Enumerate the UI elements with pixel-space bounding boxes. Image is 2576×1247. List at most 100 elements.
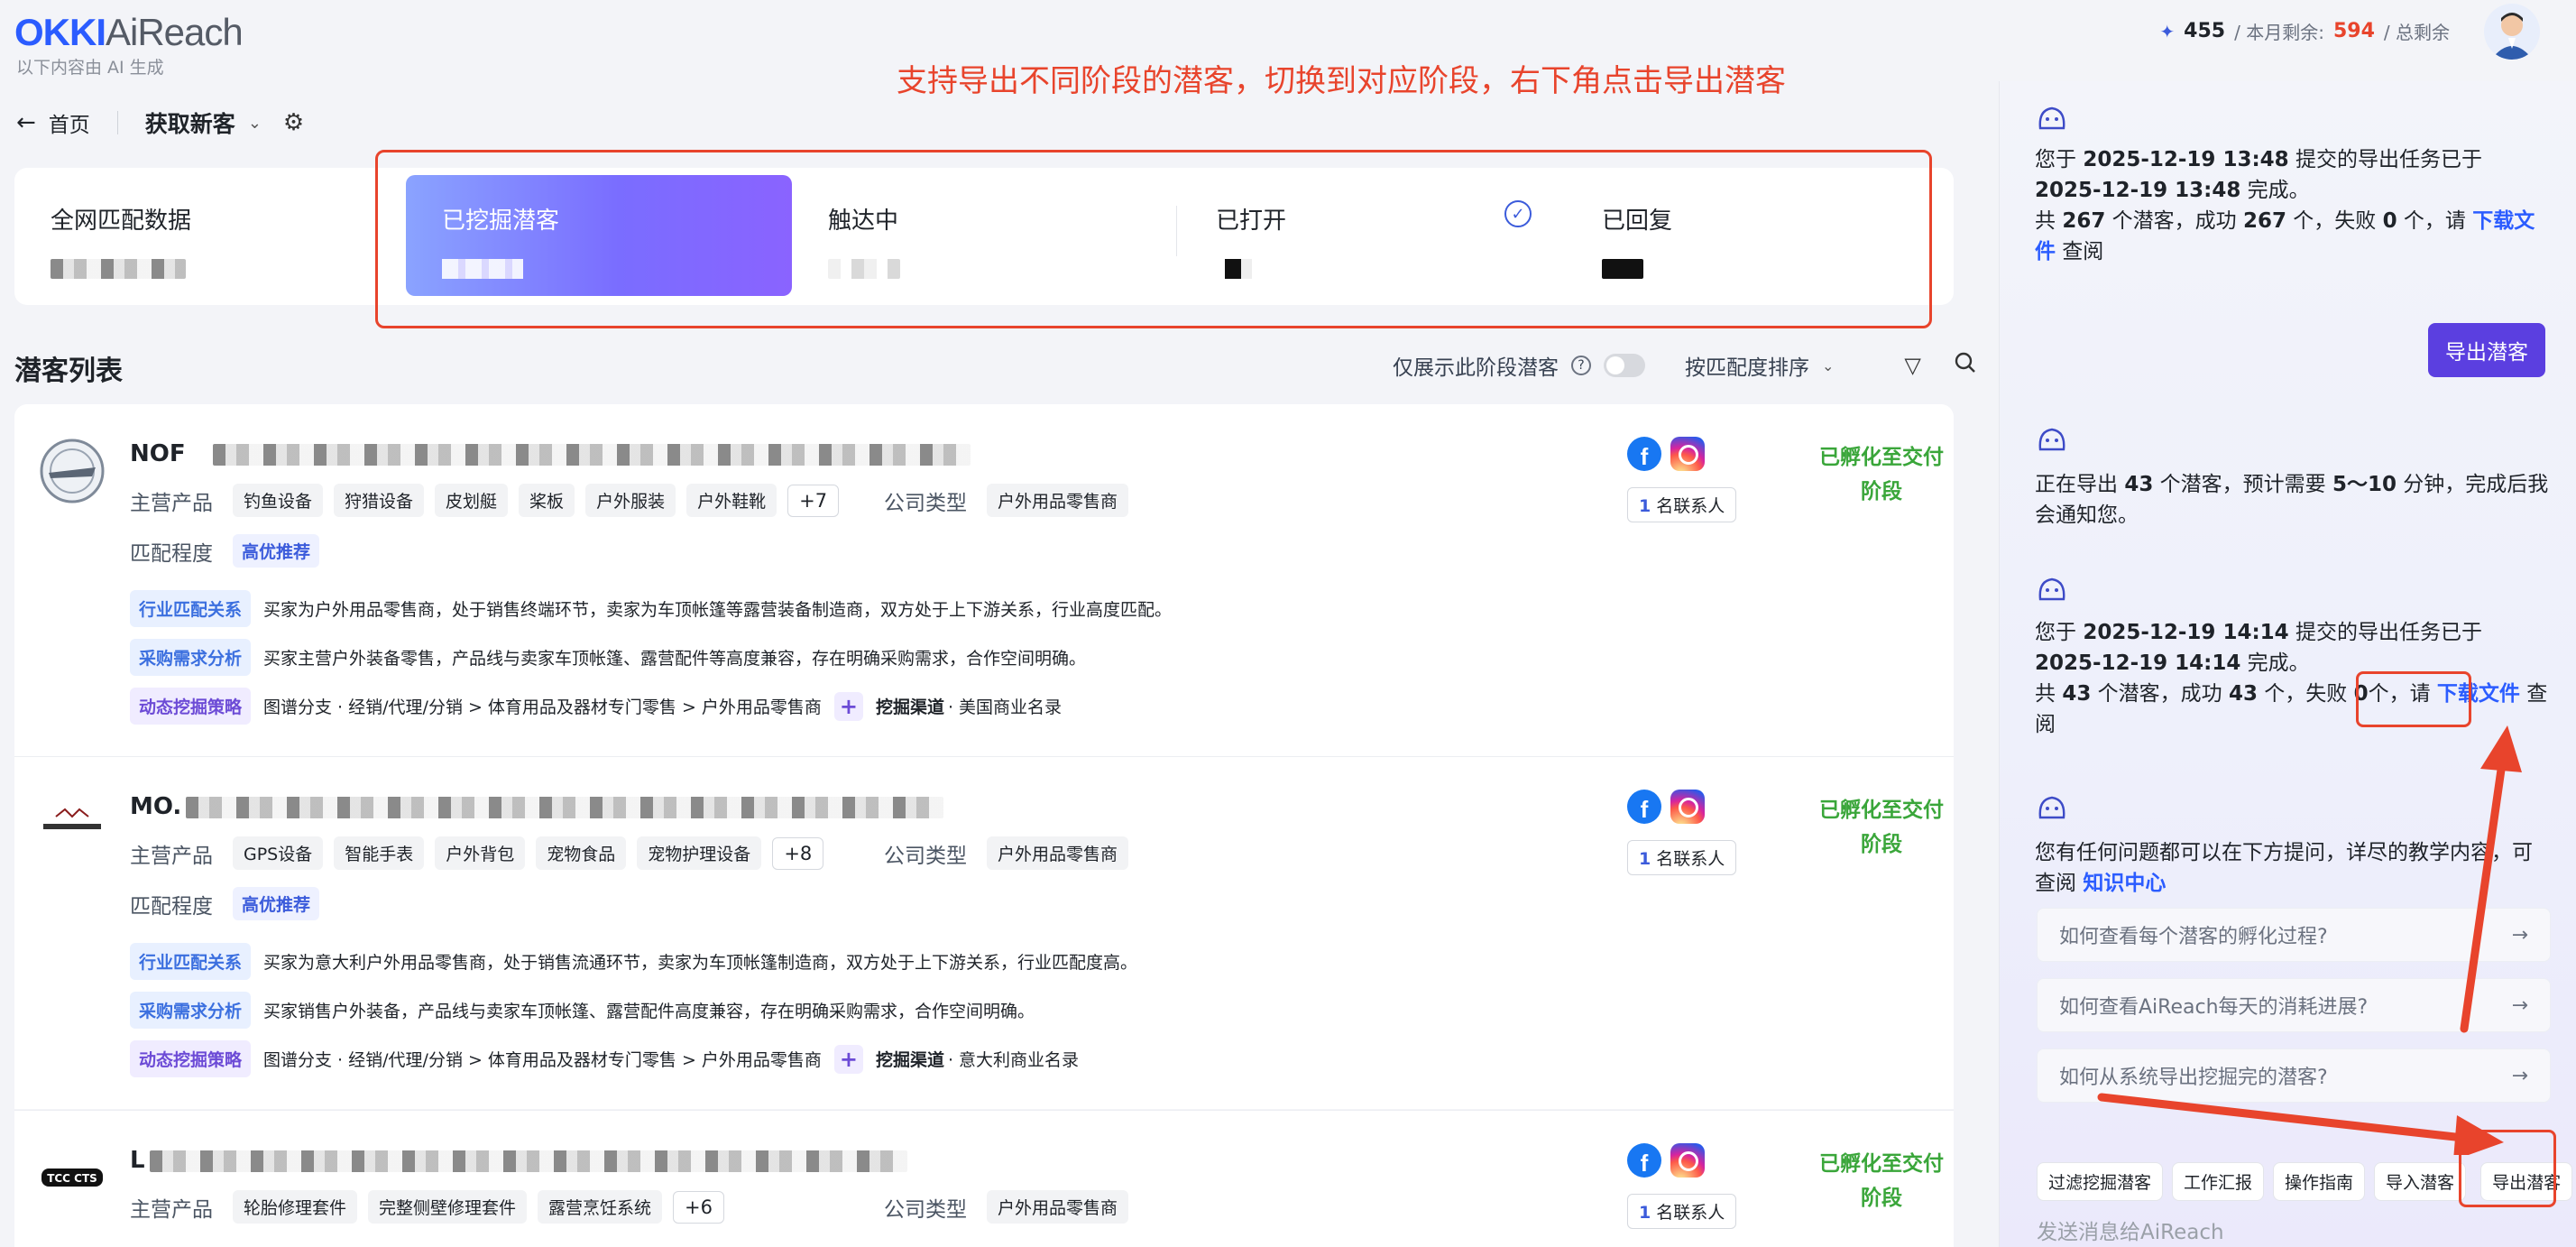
faq-item[interactable]: 如何从系统导出挖掘完的潜客? → xyxy=(2037,1048,2551,1103)
knowledge-center-link[interactable]: 知识中心 xyxy=(2083,872,2166,895)
logo-okki: OKKI xyxy=(14,11,106,53)
match-label: 匹配程度 xyxy=(130,894,213,919)
msg-time: 2025-12-19 14:14 xyxy=(2083,621,2289,644)
stage-label: 全网匹配数据 xyxy=(51,208,192,235)
facebook-icon[interactable]: f xyxy=(1627,790,1661,824)
sort-dropdown[interactable]: 按匹配度排序 xyxy=(1685,350,1809,381)
ai-generated-note: 以下内容由 AI 生成 xyxy=(16,58,164,78)
msg-time: 2025-12-19 13:48 xyxy=(2083,148,2289,171)
instagram-icon[interactable] xyxy=(1670,437,1705,471)
filter-icon[interactable]: ▽ xyxy=(1904,353,1920,378)
instagram-icon[interactable] xyxy=(1670,1143,1705,1178)
facebook-icon[interactable]: f xyxy=(1627,437,1661,471)
channel-text: · 美国商业名录 xyxy=(947,697,1063,717)
mining-strategy: 动态挖掘策略 图谱分支 · 经销/代理/分销 > 体育用品及器材专门零售 > 户… xyxy=(130,688,1062,725)
instagram-icon[interactable] xyxy=(1670,790,1705,824)
contacts-count: 1 xyxy=(1639,496,1651,516)
product-tag: GPS设备 xyxy=(233,836,324,870)
strategy-key: 动态挖掘策略 xyxy=(130,688,252,725)
export-message-2: 您于 2025-12-19 14:14 提交的导出任务已于 2025-12-19… xyxy=(2035,617,2551,740)
purchase-key: 采购需求分析 xyxy=(130,992,252,1029)
company-name: NOF xyxy=(130,440,186,467)
product-tag: 智能手表 xyxy=(334,836,425,870)
back-arrow-icon[interactable]: ← xyxy=(16,109,36,136)
company-logo: TCC CTS xyxy=(38,1143,106,1212)
chevron-down-icon[interactable]: ⌄ xyxy=(1822,357,1834,374)
credits-display: ✦ 455 / 本月剩余: 594 / 总剩余 xyxy=(2159,18,2450,44)
main-products: 主营产品 GPS设备 智能手表 户外背包 宠物食品 宠物护理设备 +8 xyxy=(130,836,824,870)
quick-filter-prospects[interactable]: 过滤挖掘潜客 xyxy=(2037,1162,2164,1201)
chat-input[interactable]: 发送消息给AiReach xyxy=(2037,1215,2551,1247)
industry-text: 买家为意大利户外用品零售商，处于销售流通环节，卖家为车顶帐篷制造商，双方处于上下… xyxy=(263,953,1138,973)
robot-icon xyxy=(2038,577,2065,601)
msg-text: 个，失败 xyxy=(2257,682,2354,706)
export-progress-message: 正在导出 43 个潜客，预计需要 5～10 分钟，完成后我会通知您。 xyxy=(2035,469,2551,531)
channel-key: 挖掘渠道 xyxy=(875,1050,944,1070)
plus-icon[interactable]: + xyxy=(833,691,863,721)
product-tag: 完整侧壁修理套件 xyxy=(368,1190,528,1224)
credits-remaining: 594 xyxy=(2332,20,2375,42)
stage-all-match[interactable]: 全网匹配数据 xyxy=(14,175,393,296)
product-tag: 户外鞋靴 xyxy=(686,484,777,517)
purchase-text: 买家销售户外装备，产品线与卖家车顶帐篷、露营配件高度兼容，存在明确采购需求，合作… xyxy=(263,1002,1035,1021)
products-label: 主营产品 xyxy=(130,844,213,868)
home-link[interactable]: 首页 xyxy=(49,107,90,138)
products-label: 主营产品 xyxy=(130,1197,213,1222)
contacts-button[interactable]: 1 名联系人 xyxy=(1627,487,1737,522)
product-tag: 户外背包 xyxy=(435,836,526,870)
company-name: L xyxy=(130,1147,145,1174)
prospect-card[interactable]: MO. 主营产品 GPS设备 智能手表 户外背包 宠物食品 宠物护理设备 +8 … xyxy=(14,757,1954,1109)
user-avatar[interactable] xyxy=(2484,4,2540,60)
status-badge: 已孵化至交付阶段 xyxy=(1819,446,1944,503)
product-tag: 轮胎修理套件 xyxy=(233,1190,358,1224)
status-badge: 已孵化至交付阶段 xyxy=(1819,1152,1944,1210)
contacts-button[interactable]: 1 名联系人 xyxy=(1627,1194,1737,1229)
msg-text: 个，失败 xyxy=(2286,209,2383,233)
arrow-right-icon: → xyxy=(2511,923,2528,947)
industry-text: 买家为户外用品零售商，处于销售终端环节，卖家为车顶帐篷等露营装备制造商，双方处于… xyxy=(263,600,1173,620)
gear-icon[interactable]: ⚙ xyxy=(283,109,304,136)
msg-text: 完成。 xyxy=(2240,179,2310,202)
quick-guide[interactable]: 操作指南 xyxy=(2273,1162,2366,1201)
plus-icon[interactable]: + xyxy=(833,1044,863,1074)
msg-text: 个，请 xyxy=(2397,209,2473,233)
quick-import-prospects[interactable]: 导入潜客 xyxy=(2374,1162,2467,1201)
facebook-icon[interactable]: f xyxy=(1627,1143,1661,1178)
help-icon[interactable]: ? xyxy=(1571,356,1591,375)
msg-count: 0 xyxy=(2382,209,2397,233)
svg-text:TCC CTS: TCC CTS xyxy=(47,1172,97,1185)
product-tag: 钓鱼设备 xyxy=(233,484,324,517)
annotation-box-stages xyxy=(375,150,1932,328)
more-products-button[interactable]: +8 xyxy=(772,836,824,870)
prospect-card[interactable]: TCC CTS L 主营产品 轮胎修理套件 完整侧壁修理套件 露营烹饪系统 +6… xyxy=(14,1111,1954,1247)
product-tag: 皮划艇 xyxy=(435,484,509,517)
export-prospects-button[interactable]: 导出潜客 xyxy=(2428,323,2545,377)
company-type: 公司类型 户外用品零售商 xyxy=(884,836,1129,870)
okki-aireach-logo: OKKIAiReach xyxy=(14,11,244,54)
only-stage-toggle[interactable] xyxy=(1604,354,1645,377)
arrow-right-icon: → xyxy=(2511,993,2528,1017)
faq-item[interactable]: 如何查看每个潜客的孵化过程? → xyxy=(2037,908,2551,962)
company-name-redacted xyxy=(150,1150,907,1172)
chevron-down-icon[interactable]: ⌄ xyxy=(248,114,262,133)
match-badge: 高优推荐 xyxy=(233,534,320,568)
company-type-tag: 户外用品零售商 xyxy=(987,836,1129,870)
more-products-button[interactable]: +6 xyxy=(673,1190,725,1224)
more-products-button[interactable]: +7 xyxy=(787,484,840,517)
faq-item[interactable]: 如何查看AiReach每天的消耗进展? → xyxy=(2037,978,2551,1032)
purchase-analysis: 采购需求分析 买家主营户外装备零售，产品线与卖家车顶帐篷、露营配件等高度兼容，存… xyxy=(130,639,1086,676)
search-icon[interactable] xyxy=(1954,351,1977,380)
contacts-label: 名联系人 xyxy=(1656,496,1725,516)
faq-text: 如何查看每个潜客的孵化过程? xyxy=(2059,926,2328,948)
msg-text: 共 xyxy=(2035,682,2063,706)
main-products: 主营产品 钓鱼设备 狩猎设备 皮划艇 桨板 户外服装 户外鞋靴 +7 xyxy=(130,484,840,517)
product-tag: 狩猎设备 xyxy=(334,484,425,517)
help-message: 您有任何问题都可以在下方提问，详尽的教学内容，可查阅 知识中心 xyxy=(2035,837,2551,899)
strategy-text: 图谱分支 · 经销/代理/分销 > 体育用品及器材专门零售 > 户外用品零售商 xyxy=(263,1050,822,1070)
msg-count: 267 xyxy=(2242,209,2286,233)
industry-match: 行业匹配关系 买家为户外用品零售商，处于销售终端环节，卖家为车顶帐篷等露营装备制… xyxy=(130,590,1172,627)
contacts-button[interactable]: 1 名联系人 xyxy=(1627,840,1737,875)
match-level: 匹配程度 高优推荐 xyxy=(130,887,320,920)
prospect-card[interactable]: NOF 主营产品 钓鱼设备 狩猎设备 皮划艇 桨板 户外服装 户外鞋靴 +7 公… xyxy=(14,404,1954,756)
quick-work-report[interactable]: 工作汇报 xyxy=(2172,1162,2265,1201)
